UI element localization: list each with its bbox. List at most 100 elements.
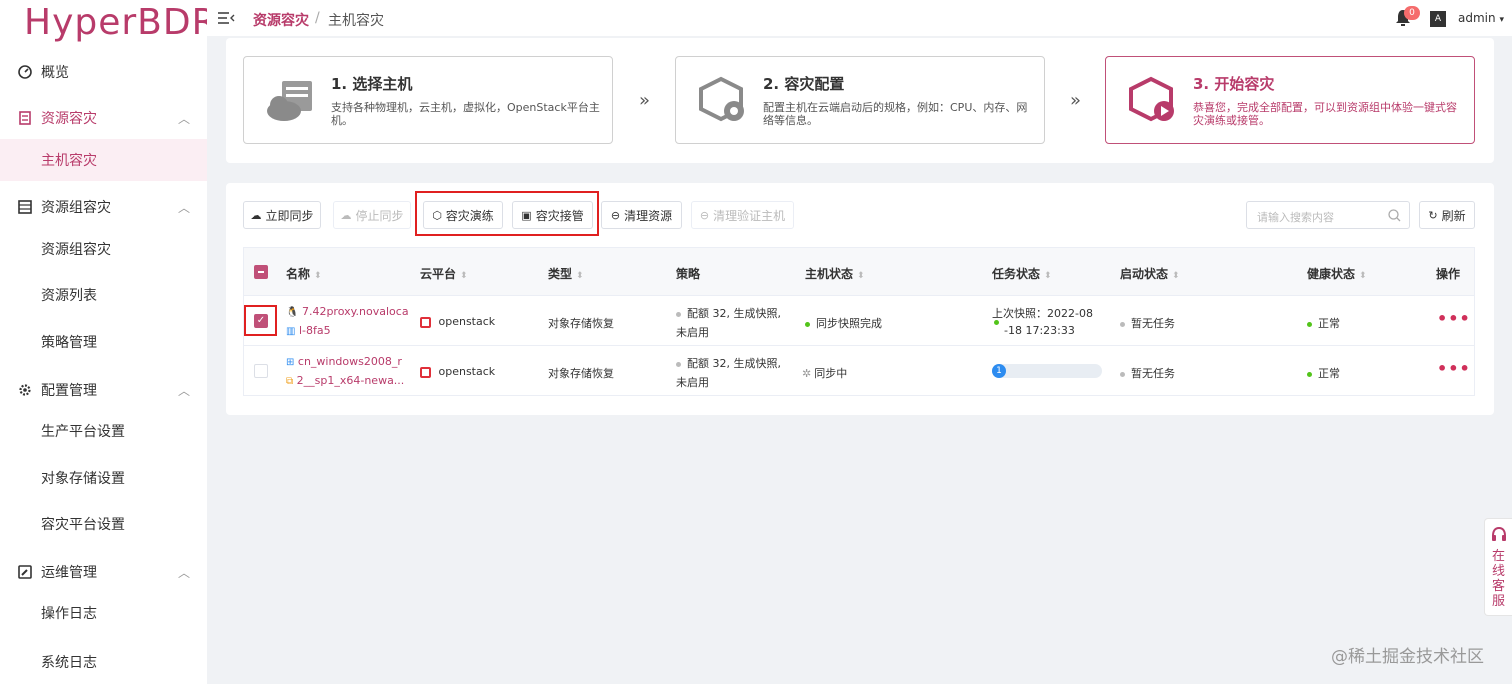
sidebar-item-label: 配置管理	[41, 383, 97, 399]
breadcrumb-separator: /	[315, 10, 320, 26]
host-name-line: 7.42proxy.novaloca	[301, 305, 409, 318]
search-input[interactable]: 请输入搜索内容	[1246, 201, 1410, 229]
sidebar-item-label: 主机容灾	[41, 153, 97, 169]
caret-down-icon: ▾	[1499, 15, 1504, 25]
sidebar-item-system-log[interactable]: 系统日志	[0, 638, 207, 684]
sidebar-item-label: 资源容灾	[41, 111, 97, 127]
table-row[interactable]: ✓ 🐧 7.42proxy.novaloca ▥ l-8fa5 openstac…	[244, 296, 1474, 346]
breadcrumb-parent[interactable]: 资源容灾	[253, 10, 309, 30]
online-service-button[interactable]: 在线客服	[1484, 518, 1512, 616]
step-description: 配置主机在云端启动后的规格，例如：CPU、内存、网络等信息。	[763, 101, 1028, 127]
sidebar-item-operation-log[interactable]: 操作日志	[0, 592, 207, 634]
sidebar-item-production-platform[interactable]: 生产平台设置	[0, 410, 207, 452]
cloud-stop-icon: ☁	[340, 208, 352, 222]
column-header-type[interactable]: 类型 ⬍	[548, 265, 584, 282]
health-status: 正常	[1318, 367, 1340, 380]
status-dot	[676, 311, 681, 317]
openstack-icon	[420, 366, 431, 378]
column-label: 类型	[548, 267, 573, 281]
boot-status-cell: 暂无任务	[1120, 315, 1175, 331]
dr-drill-button[interactable]: ⬡ 容灾演练	[423, 201, 503, 229]
step-title: 1. 选择主机	[331, 75, 413, 93]
sidebar-item-object-storage[interactable]: 对象存储设置	[0, 457, 207, 499]
row-checkbox[interactable]	[254, 364, 268, 378]
chevron-up-icon: ︿	[178, 111, 191, 126]
sidebar-item-label: 资源组容灾	[41, 242, 111, 258]
more-actions-icon[interactable]: •••	[1437, 359, 1471, 378]
user-name: admin	[1458, 11, 1496, 25]
gear-icon	[18, 383, 32, 397]
host-name[interactable]: 🐧 7.42proxy.novaloca	[286, 305, 409, 318]
column-header-health[interactable]: 健康状态 ⬍	[1307, 265, 1367, 282]
type-cell: 对象存储恢复	[548, 317, 614, 330]
sidebar-item-resource-group-dr[interactable]: 资源组容灾	[0, 228, 207, 270]
select-all-checkbox[interactable]	[254, 265, 268, 279]
policy-cell-2: 未启用	[676, 326, 709, 339]
sort-icon: ⬍	[314, 271, 322, 281]
button-label: 容灾接管	[535, 208, 584, 223]
host-name-line: cn_windows2008_r	[297, 355, 402, 368]
column-header-boot-status[interactable]: 启动状态 ⬍	[1120, 265, 1180, 282]
status-dot	[1120, 371, 1125, 377]
sidebar-group-ops[interactable]: 运维管理 ︿	[0, 551, 207, 593]
sync-now-button[interactable]: ☁ 立即同步	[243, 201, 321, 229]
sidebar-item-resource-list[interactable]: 资源列表	[0, 274, 207, 316]
box-play-icon	[1129, 76, 1174, 122]
sidebar-item-label: 生产平台设置	[41, 424, 125, 440]
more-actions-icon[interactable]: •••	[1437, 309, 1471, 328]
table-header: 名称 ⬍ 云平台 ⬍ 类型 ⬍ 策略 主机状态 ⬍ 任务状态 ⬍ 启动状态 ⬍ 健康状态 ⬍ …	[244, 248, 1474, 296]
button-label: 清理资源	[624, 208, 673, 223]
highlight-box	[244, 305, 277, 336]
sidebar-group-config[interactable]: 配置管理 ︿	[0, 369, 207, 411]
step-title: 3. 开始容灾	[1193, 75, 1275, 93]
sidebar-item-policy[interactable]: 策略管理	[0, 321, 207, 363]
sidebar-item-label: 概览	[41, 65, 69, 81]
user-menu[interactable]: admin ▾	[1458, 11, 1504, 25]
host-name[interactable]: ⊞ cn_windows2008_r	[286, 355, 402, 368]
clean-resources-button[interactable]: ⊖ 清理资源	[601, 201, 682, 229]
policy-cell-2: 未启用	[676, 376, 709, 389]
clean-verify-host-button[interactable]: ⊖ 清理验证主机	[691, 201, 794, 229]
step-dr-config: 2. 容灾配置 配置主机在云端启动后的规格，例如：CPU、内存、网络等信息。	[675, 56, 1045, 144]
chevron-up-icon: ︿	[178, 565, 191, 580]
dr-takeover-button[interactable]: ▣ 容灾接管	[512, 201, 593, 229]
breadcrumb-current: 主机容灾	[328, 13, 384, 29]
column-header-name[interactable]: 名称 ⬍	[286, 265, 322, 282]
button-label: 清理验证主机	[713, 208, 786, 223]
host-table: 名称 ⬍ 云平台 ⬍ 类型 ⬍ 策略 主机状态 ⬍ 任务状态 ⬍ 启动状态 ⬍ 健康状态 ⬍ …	[243, 247, 1475, 396]
column-header-task-status[interactable]: 任务状态 ⬍	[992, 265, 1052, 282]
sidebar-item-overview[interactable]: 概览	[0, 51, 207, 93]
platform-cell: openstack	[420, 315, 495, 328]
search-icon	[1388, 209, 1401, 222]
sidebar-item-label: 资源列表	[41, 288, 97, 304]
step-title: 2. 容灾配置	[763, 75, 845, 93]
sort-icon: ⬍	[576, 271, 584, 281]
sidebar-item-host-dr[interactable]: 主机容灾	[0, 139, 207, 181]
sidebar-group-resource-group-dr[interactable]: 资源组容灾 ︿	[0, 186, 207, 228]
health-cell: 正常	[1307, 315, 1340, 331]
step-description: 恭喜您，完成全部配置，可以到资源组中体验一键式容灾演练或接管。	[1193, 101, 1457, 127]
table-row[interactable]: ⊞ cn_windows2008_r ⧉ 2__sp1_x64-newa... …	[244, 346, 1474, 396]
column-header-host-status[interactable]: 主机状态 ⬍	[805, 265, 865, 282]
headset-icon	[1492, 527, 1506, 541]
stop-sync-button[interactable]: ☁ 停止同步	[333, 201, 411, 229]
host-name-2[interactable]: ⧉ 2__sp1_x64-newa...	[286, 374, 404, 387]
policy-line: 配额 32, 生成快照,	[687, 307, 781, 320]
language-icon[interactable]: A	[1430, 11, 1446, 27]
column-header-platform[interactable]: 云平台 ⬍	[420, 265, 468, 282]
menu-fold-icon[interactable]	[217, 10, 235, 26]
chevron-up-icon: ︿	[178, 383, 191, 398]
sidebar-item-label: 策略管理	[41, 335, 97, 351]
minus-circle-icon: ⊖	[610, 208, 621, 222]
sidebar-item-dr-platform[interactable]: 容灾平台设置	[0, 503, 207, 545]
sidebar-item-label: 对象存储设置	[41, 471, 125, 487]
column-label: 名称	[286, 267, 311, 281]
sort-icon: ⬍	[460, 271, 468, 281]
step-select-host: 1. 选择主机 支持各种物理机，云主机，虚拟化，OpenStack平台主机。	[243, 56, 613, 144]
sidebar-group-resource-dr[interactable]: 资源容灾 ︿	[0, 97, 207, 139]
sidebar-item-label: 资源组容灾	[41, 200, 111, 216]
refresh-button[interactable]: ↻ 刷新	[1419, 201, 1475, 229]
policy-cell: 配额 32, 生成快照,	[676, 305, 781, 321]
host-name-2[interactable]: ▥ l-8fa5	[286, 324, 331, 337]
minus-circle-icon: ⊖	[699, 208, 710, 222]
